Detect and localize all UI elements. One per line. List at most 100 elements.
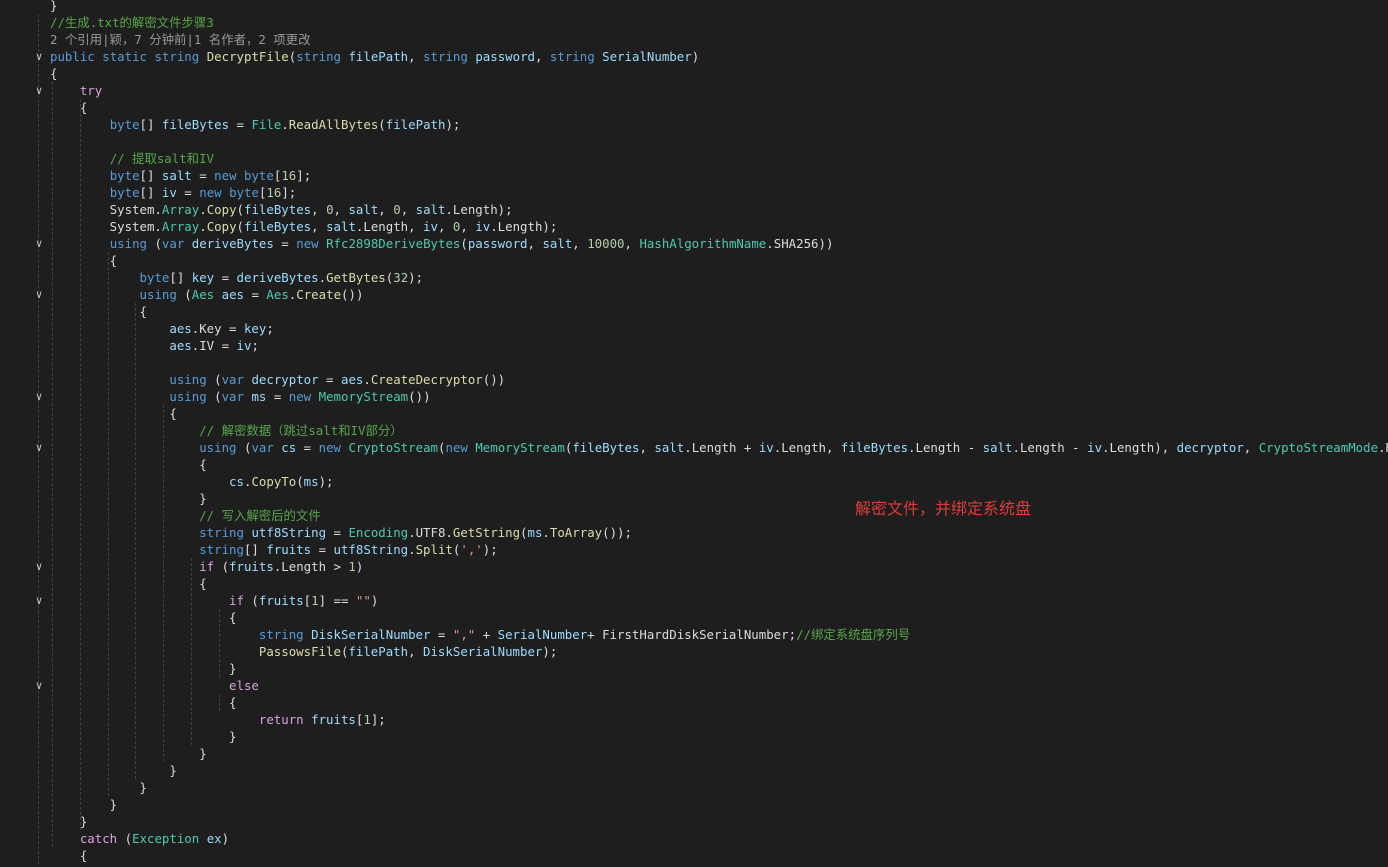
code-token: ,: [639, 440, 655, 455]
code-line[interactable]: {: [0, 609, 1388, 626]
code-line[interactable]: [0, 133, 1388, 150]
fold-chevron-icon[interactable]: ∨: [34, 558, 44, 575]
code-line[interactable]: {: [0, 252, 1388, 269]
code-line[interactable]: byte[] fileBytes = File.ReadAllBytes(fil…: [0, 116, 1388, 133]
code-line[interactable]: ∨ using (var cs = new CryptoStream(new M…: [0, 439, 1388, 456]
code-line[interactable]: [0, 354, 1388, 371]
code-token: []: [139, 117, 162, 132]
code-line[interactable]: {: [0, 99, 1388, 116]
code-token: ',': [460, 542, 483, 557]
code-token: fileBytes: [244, 219, 312, 234]
code-token: string: [199, 542, 244, 557]
code-line[interactable]: }: [0, 660, 1388, 677]
code-token: ,: [311, 202, 327, 217]
code-token: //生成.txt的解密文件步骤3: [50, 15, 214, 30]
code-line[interactable]: cs.CopyTo(ms);: [0, 473, 1388, 490]
code-line[interactable]: {: [0, 575, 1388, 592]
code-line[interactable]: ∨ if (fruits[1] == ""): [0, 592, 1388, 609]
code-line[interactable]: System.Array.Copy(fileBytes, 0, salt, 0,…: [0, 201, 1388, 218]
code-token: ,: [378, 202, 394, 217]
code-line[interactable]: using (var decryptor = aes.CreateDecrypt…: [0, 371, 1388, 388]
code-token: (: [236, 202, 244, 217]
code-line[interactable]: string DiskSerialNumber = "," + SerialNu…: [0, 626, 1388, 643]
fold-chevron-icon[interactable]: ∨: [34, 677, 44, 694]
code-token: );: [318, 474, 334, 489]
code-line[interactable]: //生成.txt的解密文件步骤3: [0, 14, 1388, 31]
fold-chevron-icon[interactable]: ∨: [34, 48, 44, 65]
code-line[interactable]: }: [0, 779, 1388, 796]
code-token: DiskSerialNumber: [311, 627, 431, 642]
fold-chevron-icon[interactable]: ∨: [34, 439, 44, 456]
code-token: }: [50, 763, 177, 778]
code-line[interactable]: {: [0, 65, 1388, 82]
fold-chevron-icon[interactable]: ∨: [34, 286, 44, 303]
code-line[interactable]: System.Array.Copy(fileBytes, salt.Length…: [0, 218, 1388, 235]
code-line[interactable]: catch (Exception ex): [0, 830, 1388, 847]
fold-chevron-icon[interactable]: ∨: [34, 592, 44, 609]
code-line[interactable]: // 提取salt和IV: [0, 150, 1388, 167]
code-token: ,: [527, 236, 543, 251]
code-line[interactable]: PassowsFile(filePath, DiskSerialNumber);: [0, 643, 1388, 660]
code-token: HashAlgorithmName: [639, 236, 767, 251]
code-line[interactable]: {: [0, 694, 1388, 711]
code-line[interactable]: }: [0, 745, 1388, 762]
code-line[interactable]: ∨ using (var deriveBytes = new Rfc2898De…: [0, 235, 1388, 252]
code-token: 32: [393, 270, 409, 285]
code-line[interactable]: byte[] iv = new byte[16];: [0, 184, 1388, 201]
code-line[interactable]: {: [0, 456, 1388, 473]
code-token: DiskSerialNumber: [423, 644, 543, 659]
code-line[interactable]: byte[] salt = new byte[16];: [0, 167, 1388, 184]
code-token: {: [50, 695, 237, 710]
code-token: =: [430, 627, 453, 642]
code-line[interactable]: {: [0, 847, 1388, 864]
code-token: Create: [296, 287, 342, 302]
fold-chevron-icon[interactable]: ∨: [34, 388, 44, 405]
fold-chevron-icon[interactable]: ∨: [34, 235, 44, 252]
code-line[interactable]: }: [0, 728, 1388, 745]
code-line[interactable]: }: [0, 796, 1388, 813]
code-token: =: [273, 236, 297, 251]
code-line[interactable]: 2 个引用|颖，7 分钟前|1 名作者，2 项更改: [0, 31, 1388, 48]
code-line[interactable]: return fruits[1];: [0, 711, 1388, 728]
code-token: CryptoStream: [348, 440, 438, 455]
code-token: aes: [169, 321, 192, 336]
code-token: // 提取salt和IV: [109, 151, 214, 166]
code-token: iv: [758, 440, 774, 455]
code-line[interactable]: string[] fruits = utf8String.Split(',');: [0, 541, 1388, 558]
code-token: using: [199, 440, 237, 455]
code-token: ] ==: [318, 593, 356, 608]
code-line[interactable]: ∨ else: [0, 677, 1388, 694]
code-line[interactable]: // 写入解密后的文件: [0, 507, 1388, 524]
code-token: SerialNumber: [497, 627, 588, 642]
code-line[interactable]: ∨ using (Aes aes = Aes.Create()): [0, 286, 1388, 303]
code-line[interactable]: }: [0, 0, 1388, 14]
code-line[interactable]: {: [0, 303, 1388, 320]
code-token: =: [191, 168, 215, 183]
code-token: }: [50, 746, 207, 761]
codelens-info[interactable]: 2 个引用|颖，7 分钟前|1 名作者，2 项更改: [50, 32, 310, 47]
code-line[interactable]: }: [0, 490, 1388, 507]
code-line[interactable]: string utf8String = Encoding.UTF8.GetStr…: [0, 524, 1388, 541]
code-token: fileBytes: [244, 202, 312, 217]
code-line[interactable]: // 解密数据（跳过salt和IV部分）: [0, 422, 1388, 439]
code-line[interactable]: {: [0, 405, 1388, 422]
code-token: .Length),: [1102, 440, 1177, 455]
code-line[interactable]: ∨ try: [0, 82, 1388, 99]
code-token: static: [102, 49, 147, 64]
code-line[interactable]: ∨ using (var ms = new MemoryStream()): [0, 388, 1388, 405]
code-editor[interactable]: } //生成.txt的解密文件步骤3 2 个引用|颖，7 分钟前|1 名作者，2 项…: [0, 0, 1388, 867]
code-token: salt: [415, 202, 446, 217]
code-token: filePath: [385, 117, 446, 132]
code-line[interactable]: aes.Key = key;: [0, 320, 1388, 337]
code-line[interactable]: ∨ if (fruits.Length > 1): [0, 558, 1388, 575]
code-line[interactable]: aes.IV = iv;: [0, 337, 1388, 354]
code-line[interactable]: ∨ public static string DecryptFile(string…: [0, 48, 1388, 65]
code-line[interactable]: }: [0, 813, 1388, 830]
fold-chevron-icon[interactable]: ∨: [34, 82, 44, 99]
code-token: try: [79, 83, 103, 98]
code-line[interactable]: byte[] key = deriveBytes.GetBytes(32);: [0, 269, 1388, 286]
code-line[interactable]: }: [0, 762, 1388, 779]
